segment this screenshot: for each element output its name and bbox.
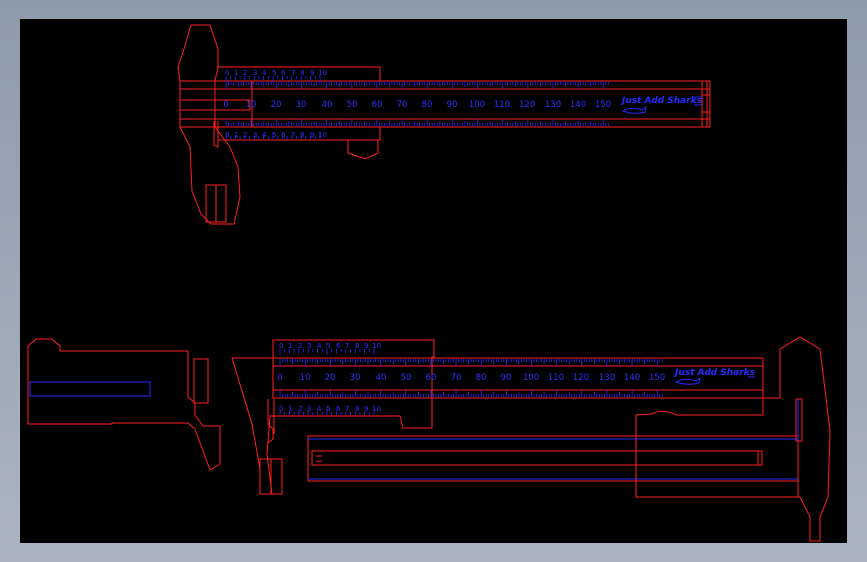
- top-vernier-labels-upper: 0 1 2 3 4 5 6 7 8 9 10: [225, 69, 327, 77]
- bottom-vernier-labels-lower: 0 1 2 3 4 5 6 7 8 9 10: [279, 405, 381, 413]
- vernier-label: 7: [291, 69, 295, 77]
- vernier-label: 6: [281, 131, 286, 139]
- scale-label: 90: [447, 100, 458, 110]
- scale-label: 110: [494, 100, 510, 110]
- vernier-label: 6: [336, 405, 341, 413]
- scale-label: 130: [599, 373, 615, 383]
- scale-label: 100: [523, 373, 539, 383]
- bottom-main-scale-labels: 0 10 20 30 40 50 60 70 80 90 100 110 120…: [277, 373, 665, 383]
- vernier-label: 8: [300, 69, 304, 77]
- scale-label: 30: [350, 373, 361, 383]
- scale-label: 90: [501, 373, 512, 383]
- bottom-depth-rod-window: [29, 381, 151, 397]
- scale-label: 60: [426, 373, 437, 383]
- bottom-caliper-slider: [231, 339, 435, 495]
- vernier-label: 2: [243, 69, 247, 77]
- top-main-scale-labels: 0 10 20 30 40 50 60 70 80 90 100 110 120…: [223, 100, 611, 110]
- vernier-label: 4: [317, 405, 322, 413]
- vernier-label: 0: [225, 131, 229, 139]
- vernier-label: 7: [291, 131, 295, 139]
- vernier-label: 10: [318, 131, 327, 139]
- scale-label: 100: [469, 100, 485, 110]
- scale-label: 70: [451, 373, 462, 383]
- vernier-label: 9: [364, 405, 368, 413]
- vernier-label: 1: [234, 69, 238, 77]
- vernier-label: 2: [298, 405, 302, 413]
- vernier-label: 10: [318, 69, 327, 77]
- top-caliper: 0 10 20 30 40 50 60 70 80 90 100 110 120…: [177, 24, 711, 225]
- shark-icon: [621, 105, 647, 114]
- vernier-label: 3: [253, 131, 257, 139]
- scale-label: 70: [397, 100, 408, 110]
- vernier-label: 5: [272, 131, 276, 139]
- vernier-label: 5: [326, 342, 330, 350]
- scale-label: 20: [325, 373, 336, 383]
- vernier-label: 8: [355, 405, 359, 413]
- vernier-label: 9: [310, 69, 314, 77]
- scale-label: 40: [376, 373, 387, 383]
- scale-label: 120: [519, 100, 535, 110]
- cad-viewport[interactable]: 0 10 20 30 40 50 60 70 80 90 100 110 120…: [20, 19, 847, 543]
- scale-label: 80: [476, 373, 487, 383]
- bottom-caliper: 0 10 20 30 40 50 60 70 80 90 100 110 120…: [27, 336, 831, 542]
- vernier-label: 9: [364, 342, 368, 350]
- scale-label: 120: [573, 373, 589, 383]
- scale-label: 40: [322, 100, 333, 110]
- bottom-caliper-beam: [272, 357, 764, 399]
- top-caliper-slider: [180, 66, 381, 82]
- vernier-label: 7: [345, 342, 349, 350]
- scale-label: 20: [271, 100, 282, 110]
- vernier-label: 1: [288, 405, 292, 413]
- scale-label: 110: [548, 373, 564, 383]
- vernier-label: 2: [298, 342, 302, 350]
- vernier-label: 4: [262, 69, 267, 77]
- vernier-label: 2: [243, 131, 247, 139]
- scale-label: 10: [300, 373, 311, 383]
- vernier-label: 10: [372, 405, 381, 413]
- brand-text: Just Add Sharks: [673, 368, 756, 378]
- vernier-label: 6: [281, 69, 286, 77]
- scale-label: 0: [277, 373, 282, 383]
- top-brand-logo: Just Add Sharks: [620, 96, 703, 114]
- vernier-label: 3: [307, 342, 311, 350]
- vernier-label: 1: [234, 131, 238, 139]
- brand-text: Just Add Sharks: [620, 96, 703, 106]
- scale-label: 60: [372, 100, 383, 110]
- bottom-left-end: [27, 338, 221, 471]
- vernier-label: 4: [262, 131, 267, 139]
- scale-label: 130: [545, 100, 561, 110]
- vernier-label: 1: [288, 342, 292, 350]
- scale-label: 140: [570, 100, 586, 110]
- vernier-label: 5: [326, 405, 330, 413]
- vernier-label: 0: [225, 69, 229, 77]
- scale-label: 30: [296, 100, 307, 110]
- vernier-label: 9: [310, 131, 314, 139]
- scale-label: 50: [401, 373, 412, 383]
- vernier-label: 8: [300, 131, 304, 139]
- scale-label: 140: [624, 373, 640, 383]
- scale-label: 50: [347, 100, 358, 110]
- vernier-label: 0: [279, 405, 283, 413]
- bottom-vernier-labels-upper: 0 1 2 3 4 5 6 7 8 9 10: [279, 342, 381, 350]
- scale-label: 150: [595, 100, 611, 110]
- vernier-label: 8: [355, 342, 359, 350]
- vernier-label: 6: [336, 342, 341, 350]
- bottom-depth-rod: [307, 435, 799, 482]
- scale-label: 10: [246, 100, 257, 110]
- scale-label: 80: [422, 100, 433, 110]
- bottom-brand-logo: Just Add Sharks: [673, 368, 756, 385]
- caliper-drawing: 0 10 20 30 40 50 60 70 80 90 100 110 120…: [27, 24, 831, 542]
- vernier-label: 3: [307, 405, 311, 413]
- vernier-label: 4: [317, 342, 322, 350]
- shark-icon: [674, 376, 701, 385]
- scale-label: 150: [649, 373, 665, 383]
- vernier-label: 5: [272, 69, 276, 77]
- vernier-label: 0: [279, 342, 283, 350]
- vernier-label: 7: [345, 405, 349, 413]
- vernier-label: 10: [372, 342, 381, 350]
- vernier-label: 3: [253, 69, 257, 77]
- scale-label: 0: [223, 100, 228, 110]
